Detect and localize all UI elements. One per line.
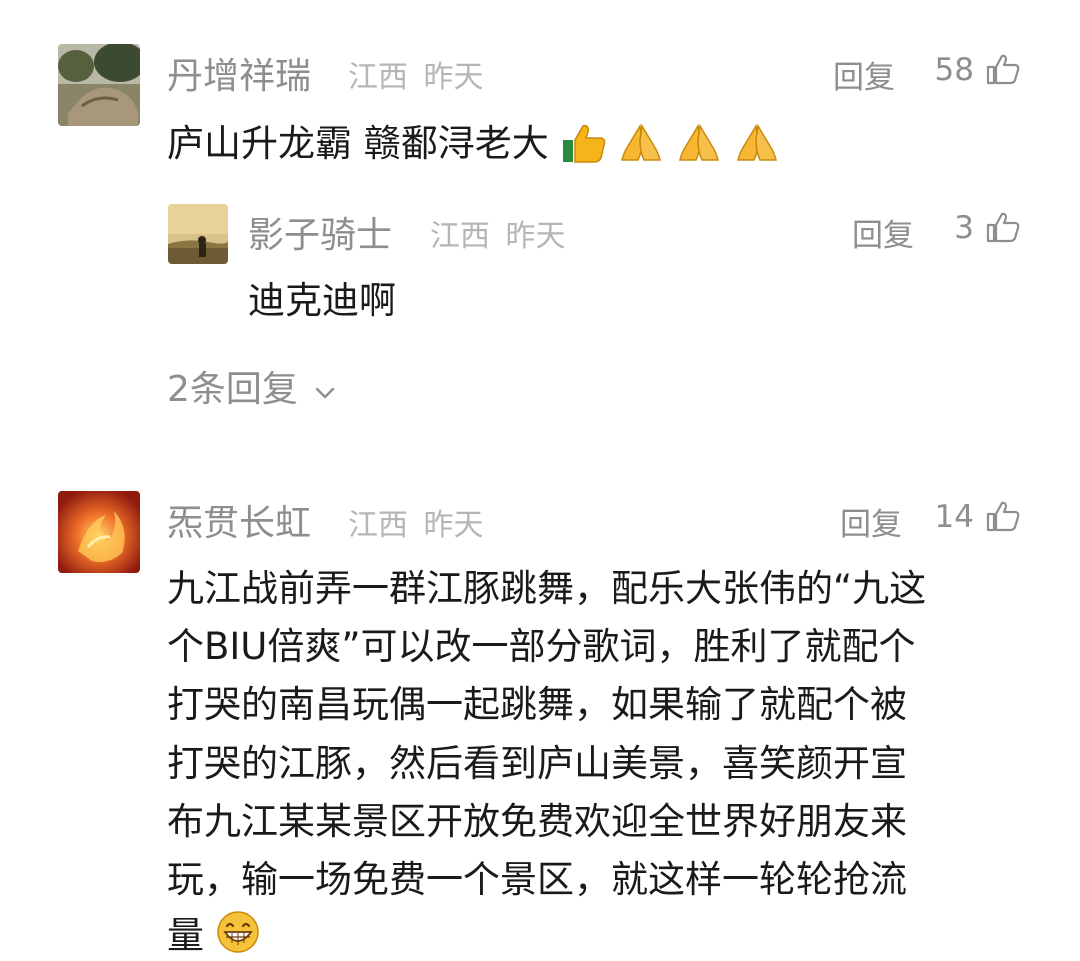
comment-line: 量 (167, 914, 204, 957)
like-count: 14 (934, 499, 974, 535)
reply-meta: 江西 昨天 (430, 211, 566, 255)
reply-time: 昨天 (505, 219, 566, 254)
comment-username[interactable]: 炁贯长虹 (167, 494, 311, 546)
avatar[interactable] (58, 491, 140, 573)
expand-replies-label: 2条回复 (167, 369, 298, 410)
reply-button[interactable]: 回复 (852, 210, 914, 255)
grin-icon (217, 911, 259, 953)
like-count: 58 (934, 52, 974, 88)
avatar[interactable] (168, 204, 228, 264)
comment-line: 布九江某某景区开放免费欢迎全世界好朋友来 (167, 800, 907, 843)
comment-text: 庐山升龙霸 赣鄱浔老大 (167, 113, 780, 167)
comment-location: 江西 (348, 508, 408, 543)
chevron-down-icon (316, 387, 335, 399)
comment-line: 九江战前弄一群江豚跳舞，配乐大张伟的“九这 (167, 567, 927, 610)
like-count: 3 (954, 210, 974, 246)
comment-username[interactable]: 丹增祥瑞 (167, 47, 311, 99)
comment-time: 昨天 (423, 508, 484, 543)
reply-button[interactable]: 回复 (840, 499, 902, 544)
comment-line: 打哭的江豚，然后看到庐山美景，喜笑颜开宣 (167, 742, 907, 785)
comment-line: 玩，输一场免费一个景区，就这样一轮轮抢流 (167, 858, 907, 901)
reply-location: 江西 (430, 219, 490, 254)
thumbs-up-icon (562, 124, 605, 163)
pray-icon (736, 123, 777, 161)
pray-icon (621, 123, 662, 161)
comment-meta: 江西 昨天 (348, 52, 484, 96)
comment-text-content: 庐山升龙霸 赣鄱浔老大 (167, 122, 549, 165)
comment-meta: 江西 昨天 (348, 500, 484, 544)
reply-text: 迪克迪啊 (248, 279, 396, 322)
comment-location: 江西 (348, 60, 408, 95)
avatar[interactable] (58, 44, 140, 126)
comment-time: 昨天 (423, 60, 484, 95)
reply-username[interactable]: 影子骑士 (248, 206, 392, 258)
comment-line: 打哭的南昌玩偶一起跳舞，如果输了就配个被 (167, 683, 907, 726)
like-icon[interactable] (986, 53, 1020, 85)
expand-replies-button[interactable]: 2条回复 (167, 360, 337, 412)
comment-line: 个BIU倍爽”可以改一部分歌词，胜利了就配个 (167, 625, 916, 668)
comment-line-last: 量 (167, 905, 260, 959)
pray-icon (679, 123, 720, 161)
like-icon[interactable] (986, 500, 1020, 532)
like-icon[interactable] (986, 211, 1020, 243)
reply-button[interactable]: 回复 (833, 52, 895, 97)
